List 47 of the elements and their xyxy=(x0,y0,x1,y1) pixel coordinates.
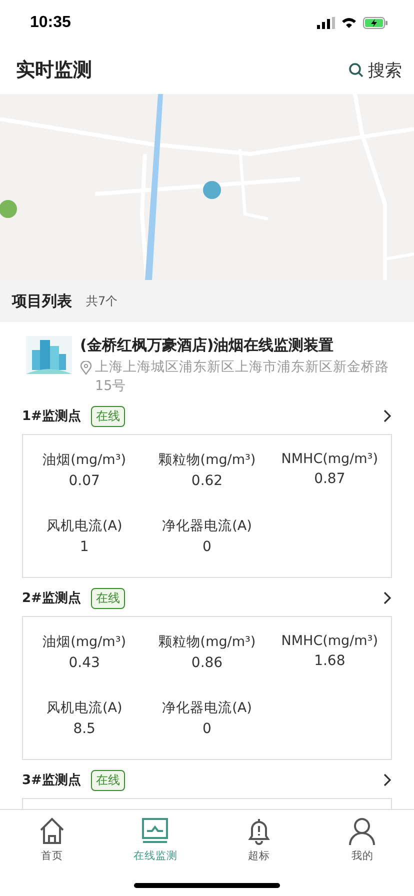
tab-bar-item[interactable]: 我的 xyxy=(310,810,414,863)
monitor-icon xyxy=(140,816,170,846)
page-title: 实时监测 xyxy=(16,58,92,83)
metric-value: 0.86 xyxy=(191,655,223,671)
battery-icon xyxy=(363,17,388,29)
metric-label: NMHC(mg/m³) xyxy=(281,633,378,649)
metric-value: 0 xyxy=(202,721,212,737)
monitoring-point-name: 1#监测点 xyxy=(22,408,81,425)
metric-label: 颗粒物(mg/m³) xyxy=(158,451,256,469)
user-icon xyxy=(347,816,378,846)
metric-label: 风机电流(A) xyxy=(46,699,122,717)
metric-label: 油烟(mg/m³) xyxy=(42,633,126,651)
chevron-right-icon[interactable] xyxy=(383,409,392,423)
tab-bar-item[interactable]: 在线监测 xyxy=(104,810,207,863)
status-badge: 在线 xyxy=(90,770,125,790)
metric-label: 净化器电流(A) xyxy=(162,517,252,535)
chevron-right-icon[interactable] xyxy=(383,591,392,605)
wifi-icon xyxy=(341,17,357,29)
metric-label: 颗粒物(mg/m³) xyxy=(158,633,256,651)
chevron-right-icon[interactable] xyxy=(383,773,392,787)
location-icon xyxy=(80,361,92,375)
monitoring-point-name: 3#监测点 xyxy=(22,772,81,789)
metric-label: 风机电流(A) xyxy=(46,517,122,535)
status-time: 10:35 xyxy=(30,14,71,32)
project-name: (金桥红枫万豪酒店)油烟在线监测装置 xyxy=(80,336,335,355)
monitoring-point-name: 2#监测点 xyxy=(22,590,81,607)
status-badge: 在线 xyxy=(90,406,125,426)
metric-value: 1 xyxy=(80,539,89,555)
metric-value: 8.5 xyxy=(73,721,96,737)
metric-label: 净化器电流(A) xyxy=(162,699,252,717)
metric-label: NMHC(mg/m³) xyxy=(281,451,378,467)
metric-value: 0 xyxy=(202,539,212,555)
status-badge: 在线 xyxy=(90,588,125,608)
metric-value: 0.43 xyxy=(68,655,100,671)
metric-label: 油烟(mg/m³) xyxy=(42,451,126,469)
metric-value: 0.87 xyxy=(314,471,346,487)
metric-value: 0.07 xyxy=(68,473,100,489)
tab-bar-item[interactable]: 超标 xyxy=(207,810,310,863)
search-icon xyxy=(348,62,364,78)
metric-value: 1.68 xyxy=(314,653,346,669)
project-address: 上海上海城区浦东新区上海市浦东新区新金桥路15号 xyxy=(95,358,390,396)
signal-icon xyxy=(317,17,335,29)
tab-bar-item[interactable]: 首页 xyxy=(0,810,104,863)
metric-value: 0.62 xyxy=(191,473,223,489)
item-count: 共7个 xyxy=(86,292,118,310)
section-title: 项目列表 xyxy=(12,292,72,310)
search-button[interactable]: 搜索 xyxy=(348,58,402,82)
